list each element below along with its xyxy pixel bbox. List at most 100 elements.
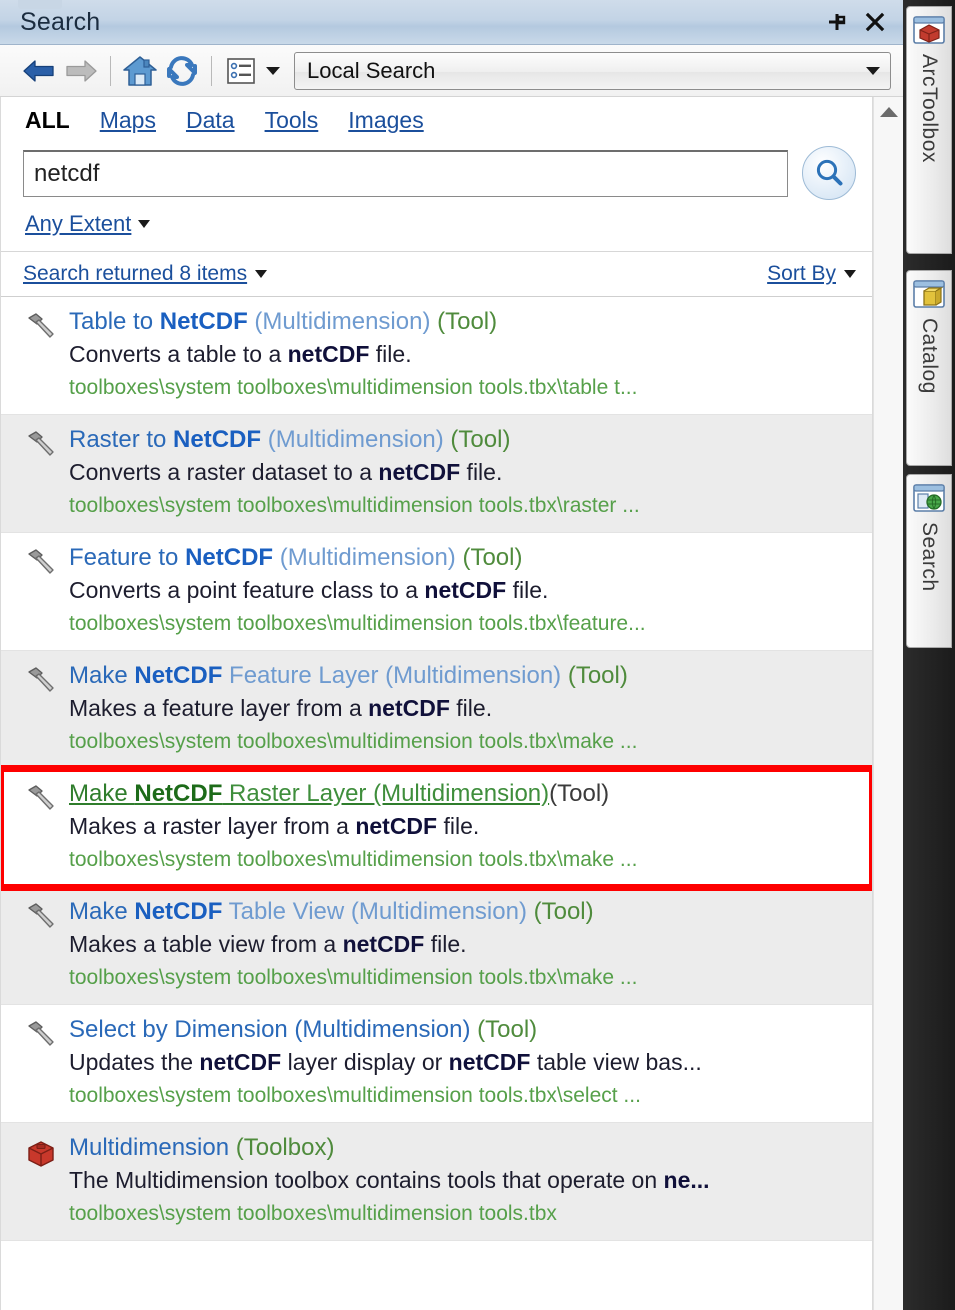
scroll-up-arrow-icon[interactable] [879, 107, 898, 117]
pin-icon[interactable] [825, 10, 849, 34]
hammer-tool-icon [19, 309, 63, 349]
panel-content: ALL Maps Data Tools Images netcdf Any Ex… [0, 97, 873, 1310]
sidebar-tab-search-label: Search [918, 522, 941, 592]
result-item-path: toolboxes\system toolboxes\multidimensio… [69, 848, 638, 872]
result-item[interactable]: Multidimension (Toolbox) The Multidimensi… [1, 1123, 872, 1241]
dock-tabstrip: ArcToolbox Catalog Search [903, 0, 955, 1310]
result-item-text: Multidimension (Toolbox) The Multidimensi… [69, 1132, 858, 1229]
result-item-title[interactable]: Table to NetCDF (Multidimension) (Tool) [69, 306, 858, 338]
result-item-path: toolboxes\system toolboxes\multidimensio… [69, 730, 638, 754]
result-item-description: Converts a table to a netCDF file. [69, 340, 412, 367]
options-chevron-down-icon[interactable] [262, 50, 284, 92]
hammer-tool-icon [19, 899, 63, 939]
result-item-text: Table to NetCDF (Multidimension) (Tool) C… [69, 306, 858, 403]
result-item-description: Makes a feature layer from a netCDF file… [69, 694, 493, 721]
search-button[interactable] [802, 146, 856, 200]
result-item-title[interactable]: Multidimension (Toolbox) [69, 1132, 858, 1164]
tab-tools[interactable]: Tools [265, 107, 319, 134]
result-item-text: Raster to NetCDF (Multidimension) (Tool)… [69, 424, 858, 521]
sidebar-tab-arctoolbox[interactable]: ArcToolbox [906, 6, 952, 254]
result-item[interactable]: Table to NetCDF (Multidimension) (Tool) C… [1, 297, 872, 415]
search-form: ALL Maps Data Tools Images netcdf Any Ex… [1, 97, 872, 252]
result-item-description: Converts a point feature class to a netC… [69, 576, 549, 603]
tab-data[interactable]: Data [186, 107, 235, 134]
result-item-text: Make NetCDF Table View (Multidimension) … [69, 896, 858, 993]
result-item-title[interactable]: Make NetCDF Feature Layer (Multidimensio… [69, 660, 858, 692]
result-item-description: Makes a raster layer from a netCDF file. [69, 812, 480, 839]
magnifier-icon [816, 159, 843, 186]
result-item-text: Select by Dimension (Multidimension) (To… [69, 1014, 858, 1111]
hammer-tool-icon [19, 545, 63, 585]
tab-all[interactable]: ALL [25, 107, 70, 134]
home-icon[interactable] [119, 50, 161, 92]
sidebar-tab-arctoolbox-label: ArcToolbox [918, 54, 941, 163]
result-item[interactable]: Make NetCDF Feature Layer (Multidimensio… [1, 651, 872, 769]
results-count-group[interactable]: Search returned 8 items [23, 262, 268, 286]
result-item-path: toolboxes\system toolboxes\multidimensio… [69, 966, 638, 990]
search-toolbar: Local Search [0, 45, 903, 97]
window-controls [825, 10, 887, 34]
toolbar-separator-1 [110, 55, 111, 86]
result-item-description: The Multidimension toolbox contains tool… [69, 1166, 710, 1193]
result-item-title[interactable]: Feature to NetCDF (Multidimension) (Tool… [69, 542, 858, 574]
titlebar-tab-nub [18, 0, 62, 9]
sort-by-group[interactable]: Sort By [767, 262, 856, 286]
result-item-text: Make NetCDF Raster Layer (Multidimension… [69, 778, 858, 875]
result-item-description: Makes a table view from a netCDF file. [69, 930, 467, 957]
results-vertical-scrollbar[interactable] [873, 97, 903, 1310]
search-window: Search Local Search ALL Maps Data Tools … [0, 0, 903, 1310]
result-item-text: Make NetCDF Feature Layer (Multidimensio… [69, 660, 858, 757]
arcmap-search-panel: Search Local Search ALL Maps Data Tools … [0, 0, 955, 1310]
window-titlebar: Search [0, 0, 903, 45]
extent-label[interactable]: Any Extent [25, 211, 131, 237]
refresh-icon[interactable] [161, 50, 203, 92]
result-item[interactable]: Feature to NetCDF (Multidimension) (Tool… [1, 533, 872, 651]
search-globe-icon [913, 484, 945, 512]
close-icon[interactable] [863, 10, 887, 34]
back-arrow-icon[interactable] [18, 50, 60, 92]
catalog-icon [913, 280, 945, 308]
hammer-tool-icon [19, 663, 63, 703]
result-item-text: Feature to NetCDF (Multidimension) (Tool… [69, 542, 858, 639]
tab-maps[interactable]: Maps [100, 107, 156, 134]
sort-by-label[interactable]: Sort By [767, 262, 836, 286]
tab-images[interactable]: Images [348, 107, 423, 134]
query-row [23, 146, 856, 200]
result-item[interactable]: Raster to NetCDF (Multidimension) (Tool)… [1, 415, 872, 533]
search-input[interactable] [23, 149, 788, 197]
sort-by-chevron-down-icon[interactable] [844, 270, 856, 278]
hammer-tool-icon [19, 427, 63, 467]
result-item-description: Updates the netCDF layer display or netC… [69, 1048, 702, 1075]
extent-filter[interactable]: Any Extent [23, 211, 856, 237]
sidebar-tab-search[interactable]: Search [906, 474, 952, 648]
result-item-path: toolboxes\system toolboxes\multidimensio… [69, 1084, 641, 1108]
result-item-title[interactable]: Select by Dimension (Multidimension) (To… [69, 1014, 858, 1046]
hammer-tool-icon [19, 1017, 63, 1057]
result-item-highlighted[interactable]: Make NetCDF Raster Layer (Multidimension… [1, 765, 872, 891]
category-tabs: ALL Maps Data Tools Images [23, 107, 856, 134]
scope-chevron-down-icon [866, 66, 880, 75]
result-item-path: toolboxes\system toolboxes\multidimensio… [69, 612, 646, 636]
results-count-label[interactable]: Search returned 8 items [23, 262, 247, 286]
results-header: Search returned 8 items Sort By [1, 252, 872, 297]
toolbox-icon [19, 1135, 63, 1175]
result-item[interactable]: Select by Dimension (Multidimension) (To… [1, 1005, 872, 1123]
result-item-title[interactable]: Make NetCDF Raster Layer (Multidimension… [69, 778, 858, 810]
extent-chevron-down-icon[interactable] [138, 220, 151, 228]
sidebar-tab-catalog[interactable]: Catalog [906, 270, 952, 466]
result-item-title[interactable]: Make NetCDF Table View (Multidimension) … [69, 896, 858, 928]
search-scope-dropdown[interactable]: Local Search [294, 51, 891, 90]
result-item[interactable]: Make NetCDF Table View (Multidimension) … [1, 887, 872, 1005]
result-item-path: toolboxes\system toolboxes\multidimensio… [69, 1202, 557, 1226]
list-options-icon[interactable] [220, 50, 262, 92]
arctoolbox-icon [913, 16, 945, 44]
toolbar-separator-2 [211, 55, 212, 86]
search-scope-value: Local Search [307, 57, 436, 83]
sidebar-tab-catalog-label: Catalog [918, 318, 941, 394]
panel-body: ALL Maps Data Tools Images netcdf Any Ex… [0, 97, 903, 1310]
forward-arrow-icon[interactable] [60, 50, 102, 92]
result-item-path: toolboxes\system toolboxes\multidimensio… [69, 376, 638, 400]
window-title: Search [20, 7, 101, 36]
results-count-chevron-down-icon[interactable] [255, 270, 268, 278]
result-item-title[interactable]: Raster to NetCDF (Multidimension) (Tool) [69, 424, 858, 456]
